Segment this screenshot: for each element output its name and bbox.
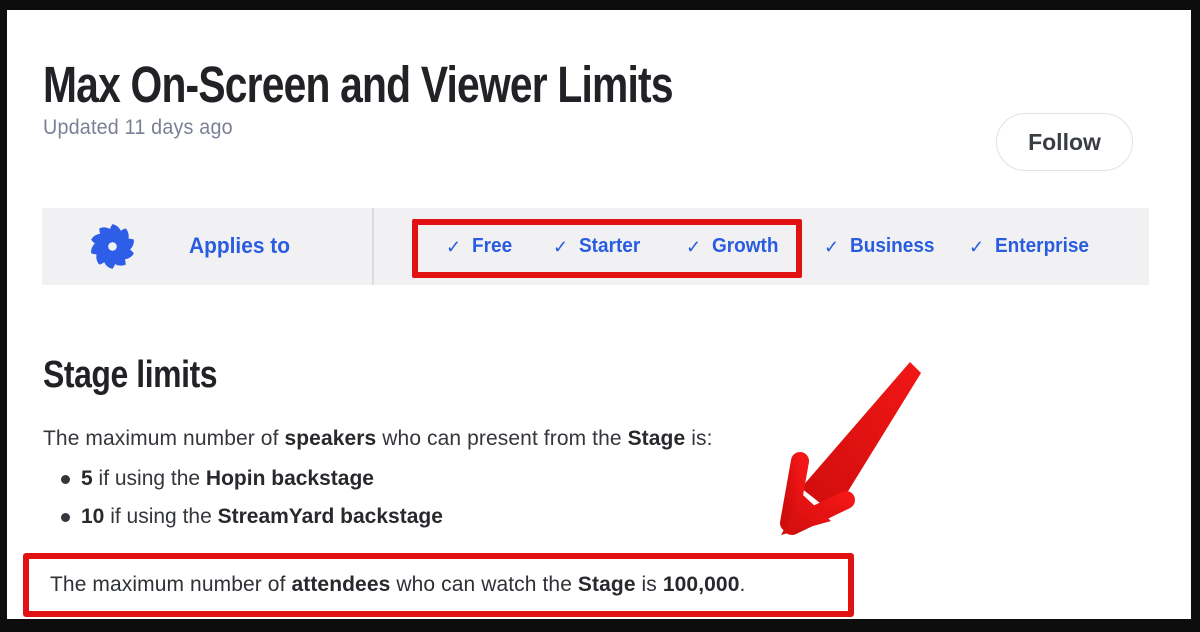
tier-item: ✓ Business <box>824 208 939 285</box>
list-item: 5 if using the Hopin backstage <box>43 465 443 493</box>
page-title: Max On-Screen and Viewer Limits <box>43 56 674 114</box>
tier-item: ✓ Growth <box>686 208 782 285</box>
tier-label: Starter <box>579 235 641 257</box>
checkmark-icon: ✓ <box>446 236 462 257</box>
limits-bullet-list: 5 if using the Hopin backstage 10 if usin… <box>43 465 443 541</box>
checkmark-icon: ✓ <box>553 236 569 257</box>
tier-label: Growth <box>712 235 779 257</box>
follow-button[interactable]: Follow <box>996 113 1133 171</box>
updated-timestamp: Updated 11 days ago <box>43 116 233 139</box>
checkmark-icon: ✓ <box>824 236 840 257</box>
tier-label: Free <box>472 235 513 257</box>
article-page: Max On-Screen and Viewer Limits Updated … <box>7 10 1191 619</box>
annotation-red-arrow-icon <box>780 362 921 535</box>
checkmark-icon: ✓ <box>969 236 985 257</box>
hopin-spiral-logo-icon <box>91 224 134 269</box>
checkmark-icon: ✓ <box>686 236 702 257</box>
tier-item: ✓ Free <box>446 208 514 285</box>
banner-divider <box>372 208 374 285</box>
tier-item: ✓ Enterprise <box>969 208 1094 285</box>
tier-label: Enterprise <box>995 235 1090 257</box>
intro-paragraph: The maximum number of speakers who can p… <box>43 427 713 450</box>
tier-label: Business <box>850 235 935 257</box>
tier-item: ✓ Starter <box>553 208 644 285</box>
list-item: 10 if using the StreamYard backstage <box>43 503 443 531</box>
section-heading: Stage limits <box>43 353 218 396</box>
applies-to-banner: Applies to ✓ Free ✓ Starter ✓ Growth ✓ B… <box>42 208 1149 285</box>
attendee-limit-text: The maximum number of attendees who can … <box>50 573 746 596</box>
applies-to-label: Applies to <box>189 233 291 258</box>
annotation-red-box-attendees: The maximum number of attendees who can … <box>23 553 854 617</box>
